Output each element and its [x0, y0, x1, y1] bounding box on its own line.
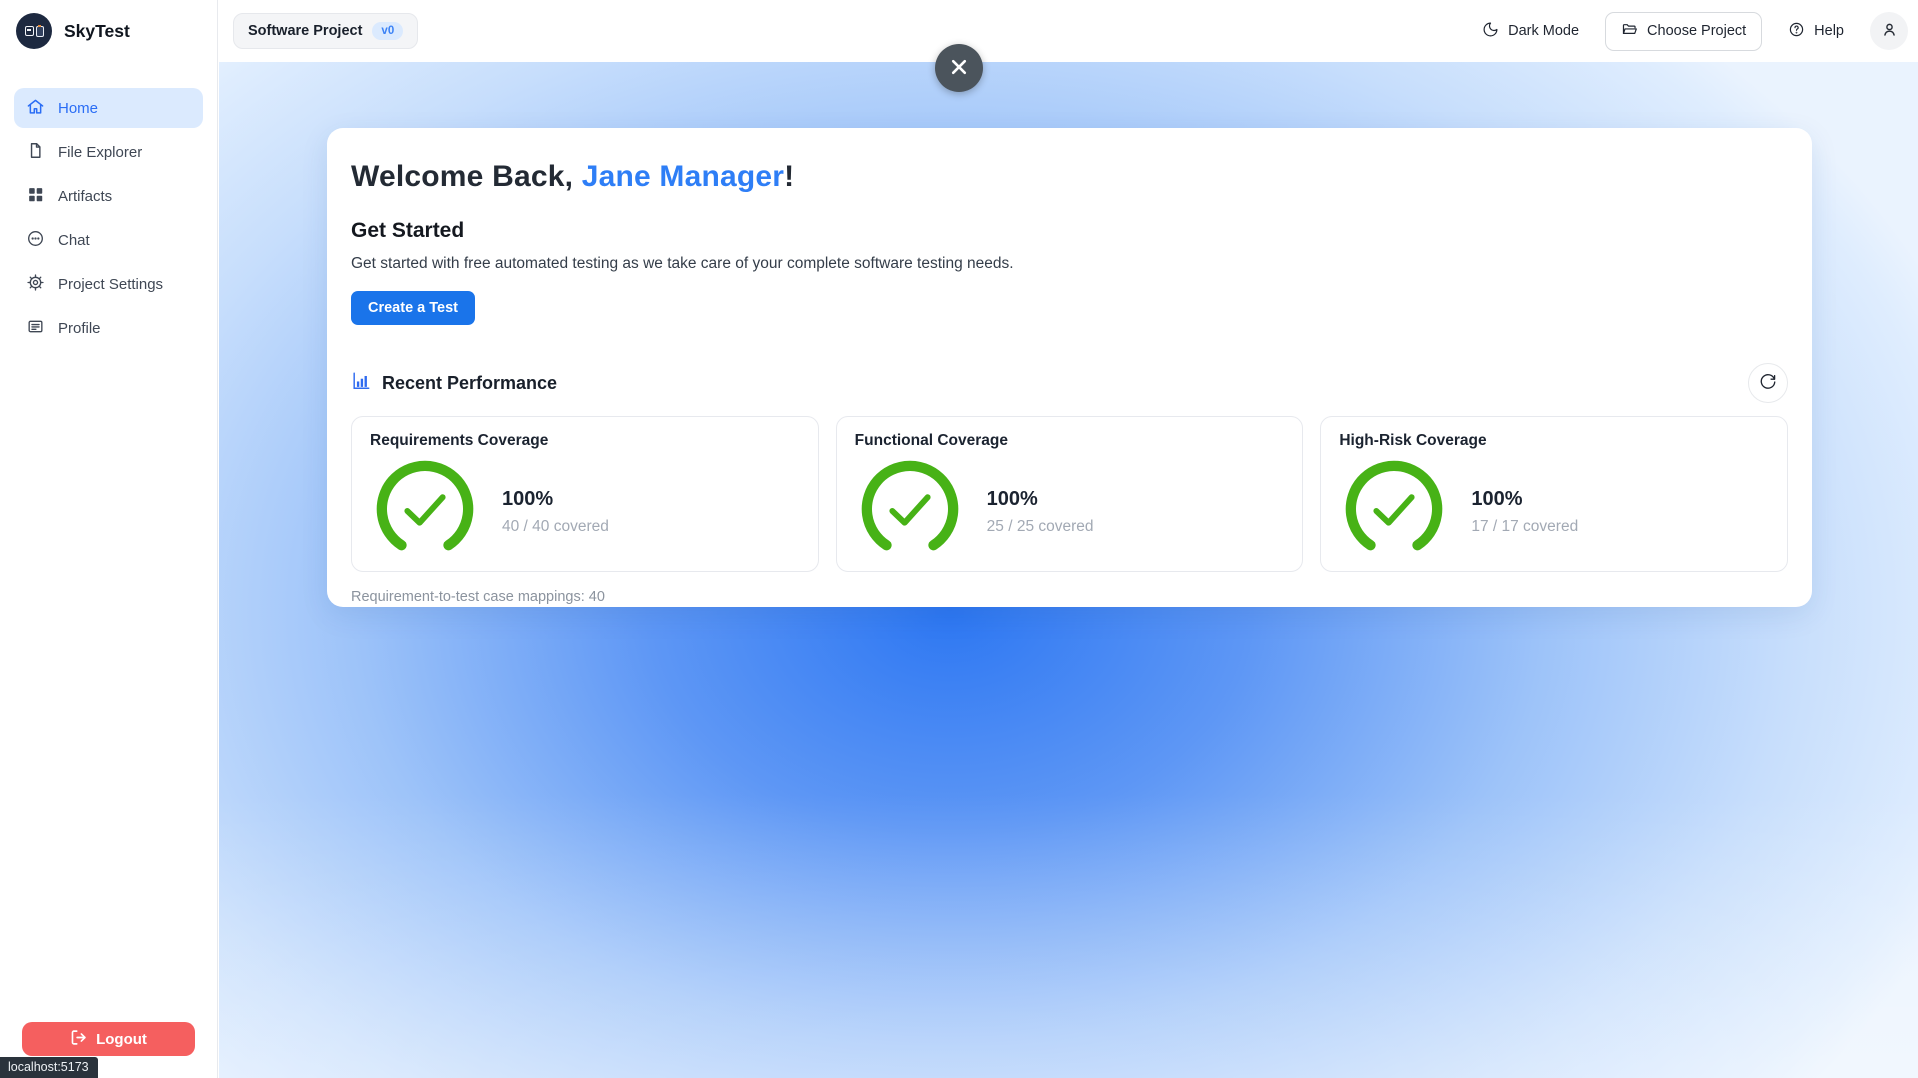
sidebar-item-label: Profile [58, 319, 101, 337]
brand: SkyTest [0, 0, 217, 62]
skytest-logo-icon [16, 13, 52, 49]
home-icon [26, 97, 45, 120]
sidebar-item-label: File Explorer [58, 143, 143, 161]
metric-detail: 17 / 17 covered [1471, 517, 1579, 535]
sidebar-item-label: Home [58, 99, 99, 117]
sidebar-item-file-explorer[interactable]: File Explorer [14, 132, 203, 172]
sidebar: SkyTest Home File Explorer Artifacts Cha… [0, 0, 218, 1078]
metric-title: Requirements Coverage [370, 432, 549, 449]
sidebar-item-artifacts[interactable]: Artifacts [14, 176, 203, 216]
main-area: Welcome Back, Jane Manager! Get Started … [219, 62, 1918, 1078]
metric-detail: 25 / 25 covered [986, 517, 1094, 535]
welcome-prefix: Welcome Back, [351, 160, 582, 193]
create-test-button[interactable]: Create a Test [351, 291, 475, 325]
person-icon [1880, 20, 1899, 42]
logout-icon [70, 1029, 87, 1050]
sidebar-nav: Home File Explorer Artifacts Chat Projec… [0, 62, 217, 348]
metric-title: Functional Coverage [854, 432, 1008, 449]
metric-card-requirements-coverage: Requirements Coverage 100% 40 / 40 cover… [351, 416, 819, 572]
status-url-badge: localhost:5173 [0, 1057, 98, 1078]
bar-chart-icon [351, 371, 371, 396]
get-started-title: Get Started [351, 219, 465, 242]
get-started-description: Get started with free automated testing … [351, 255, 1014, 272]
grid-icon [26, 185, 45, 208]
recent-performance-header: Recent Performance [351, 363, 1788, 403]
sidebar-item-home[interactable]: Home [14, 88, 203, 128]
app-name: SkyTest [64, 20, 130, 41]
sidebar-item-profile[interactable]: Profile [14, 308, 203, 348]
id-card-icon [26, 317, 45, 340]
sidebar-item-chat[interactable]: Chat [14, 220, 203, 260]
refresh-button[interactable] [1748, 363, 1788, 403]
dark-mode-label: Dark Mode [1508, 23, 1580, 39]
refresh-icon [1759, 373, 1777, 394]
sidebar-item-project-settings[interactable]: Project Settings [14, 264, 203, 304]
chat-icon [26, 229, 45, 252]
sidebar-item-label: Artifacts [58, 187, 113, 205]
help-label: Help [1814, 23, 1844, 39]
help-icon [1788, 21, 1805, 42]
metric-cards-row: Requirements Coverage 100% 40 / 40 cover… [351, 416, 1789, 572]
project-name: Software Project [248, 23, 363, 39]
close-button[interactable] [935, 44, 983, 92]
folder-icon [1621, 21, 1638, 42]
close-icon [950, 58, 968, 79]
choose-project-label: Choose Project [1647, 23, 1747, 39]
metric-card-functional-coverage: Functional Coverage 100% 25 / 25 covered [835, 416, 1304, 572]
file-icon [26, 141, 45, 164]
metric-card-high-risk-coverage: High-Risk Coverage 100% 17 / 17 covered [1320, 416, 1789, 572]
welcome-heading: Welcome Back, Jane Manager! [351, 160, 1788, 194]
metric-percent: 100% [1471, 487, 1523, 510]
metric-percent: 100% [502, 487, 554, 510]
metric-title: High-Risk Coverage [1339, 432, 1487, 449]
coverage-gauge-icon [859, 458, 961, 565]
coverage-gauge-icon [1343, 458, 1445, 565]
choose-project-button[interactable]: Choose Project [1605, 11, 1763, 51]
gear-icon [26, 273, 45, 296]
logout-label: Logout [96, 1030, 147, 1048]
dashboard-card: Welcome Back, Jane Manager! Get Started … [327, 128, 1812, 607]
dark-mode-toggle[interactable]: Dark Mode [1482, 21, 1579, 42]
logout-button[interactable]: Logout [22, 1022, 195, 1056]
sidebar-item-label: Project Settings [58, 275, 164, 293]
welcome-user-name: Jane Manager [581, 160, 785, 193]
project-selector-chip[interactable]: Software Project v0 [233, 13, 419, 49]
moon-icon [1482, 21, 1499, 42]
welcome-suffix: ! [784, 160, 795, 193]
metric-percent: 100% [986, 487, 1038, 510]
recent-performance-title: Recent Performance [382, 372, 558, 393]
coverage-gauge-icon [374, 458, 476, 565]
metric-detail: 40 / 40 covered [502, 517, 609, 535]
header-actions: Dark Mode Choose Project Help [1482, 11, 1908, 51]
sidebar-item-label: Chat [58, 231, 90, 249]
top-header: Software Project v0 Dark Mode Choose Pro… [219, 0, 1918, 62]
project-version-badge: v0 [372, 22, 404, 40]
mappings-note: Requirement-to-test case mappings: 40 [351, 589, 605, 605]
help-button[interactable]: Help [1788, 21, 1844, 42]
user-avatar[interactable] [1870, 12, 1908, 50]
